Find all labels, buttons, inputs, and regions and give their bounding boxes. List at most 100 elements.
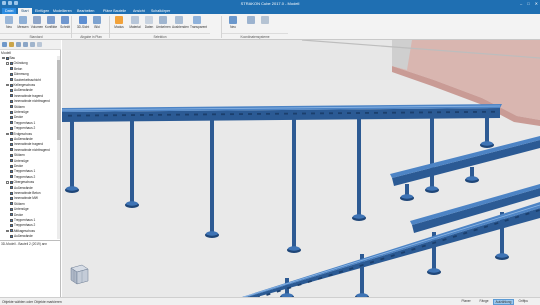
tree-item[interactable]: Bau	[2, 56, 15, 61]
visibility-checkbox[interactable]	[10, 224, 13, 228]
ribbon-button-volumen[interactable]: Volumen	[30, 16, 44, 32]
visibility-checkbox[interactable]	[10, 159, 13, 163]
ribbon-button-schnitt[interactable]: Schnitt	[58, 16, 72, 32]
ribbon-button-bild[interactable]: Bild	[90, 16, 104, 32]
tree-item[interactable]: Außenwände	[10, 234, 33, 239]
tree-item[interactable]: Treppenhaus 1	[10, 169, 35, 174]
visibility-checkbox[interactable]	[10, 164, 13, 168]
tree-item[interactable]: Attikageschoss	[6, 229, 35, 234]
tree-item[interactable]: Decke	[10, 115, 23, 120]
tree-item[interactable]: Außenwände	[10, 88, 33, 93]
visibility-checkbox[interactable]	[10, 137, 13, 141]
tree-item[interactable]: Treppenhaus 2	[10, 126, 35, 131]
tree-filter-icon[interactable]	[30, 42, 35, 47]
visibility-checkbox[interactable]	[10, 67, 13, 71]
ribbon-button-neu[interactable]: Neu	[226, 16, 240, 32]
tree-settings-icon[interactable]	[9, 42, 14, 47]
visibility-checkbox[interactable]	[10, 116, 13, 120]
status-aufzaehlung-button[interactable]: Aufzählung	[493, 299, 514, 305]
tree-item[interactable]: Unterzüge	[10, 207, 29, 212]
tree-item[interactable]: Treppenhaus 1	[10, 121, 35, 126]
expand-icon[interactable]	[6, 229, 9, 233]
tree-item[interactable]: Innenwände nichttragend	[10, 148, 50, 153]
tree-item[interactable]: Außenwände	[10, 137, 33, 142]
tree-item[interactable]: Innenwände tragend	[10, 94, 43, 99]
visibility-checkbox[interactable]	[10, 207, 13, 211]
ribbon-button-daten[interactable]: Daten	[142, 16, 156, 32]
tree-item[interactable]: Erdgeschoss	[6, 132, 32, 137]
visibility-checkbox[interactable]	[10, 99, 13, 103]
view-cube[interactable]	[68, 262, 90, 288]
visibility-checkbox[interactable]	[10, 186, 13, 190]
tree-item[interactable]: Treppenhaus 2	[10, 223, 35, 228]
ribbon-button-tool-14[interactable]	[244, 16, 258, 32]
expand-icon[interactable]	[2, 56, 5, 60]
visibility-checkbox[interactable]	[9, 180, 13, 184]
tree-item[interactable]: Dämmung	[10, 72, 29, 77]
status-faenge-button[interactable]: Fänge	[478, 299, 490, 305]
visibility-checkbox[interactable]	[5, 56, 9, 60]
expand-icon[interactable]	[6, 83, 9, 87]
tree-item[interactable]: Innenwände nichttragend	[10, 99, 50, 104]
ribbon-button-transparent[interactable]: Transparent	[190, 16, 207, 32]
tree-item[interactable]: Innenwände tragend	[10, 142, 43, 147]
status-planer-button[interactable]: Planer	[460, 299, 472, 305]
visibility-checkbox[interactable]	[10, 72, 13, 76]
visibility-checkbox[interactable]	[10, 175, 13, 179]
tree-item[interactable]: Außenwände	[10, 186, 33, 191]
tree-scroll-thumb[interactable]	[57, 60, 60, 140]
tree-add-icon[interactable]	[2, 42, 7, 47]
visibility-checkbox[interactable]	[10, 197, 13, 201]
visibility-checkbox[interactable]	[10, 170, 13, 174]
ribbon-button-umkehren[interactable]: Umkehren	[156, 16, 171, 32]
visibility-checkbox[interactable]	[9, 132, 13, 136]
expand-icon[interactable]	[6, 181, 9, 184]
visibility-checkbox[interactable]	[10, 105, 13, 109]
visibility-checkbox[interactable]	[9, 83, 13, 87]
tree-item[interactable]: Innenwände MW	[10, 196, 38, 201]
tree-item[interactable]: Treppenhaus 1	[10, 218, 35, 223]
expand-icon[interactable]	[6, 62, 9, 65]
maximize-button[interactable]: □	[527, 1, 529, 6]
expand-icon[interactable]	[6, 132, 9, 135]
visibility-checkbox[interactable]	[10, 94, 13, 98]
ribbon-button-messen[interactable]: Messen	[16, 16, 30, 32]
tree-item[interactable]: Decke	[10, 213, 23, 218]
status-griffpunkte-button[interactable]: Griffpu	[517, 299, 530, 305]
visibility-checkbox[interactable]	[10, 153, 13, 157]
tree-item[interactable]: Beton	[10, 67, 22, 72]
visibility-checkbox[interactable]	[10, 110, 13, 114]
view-cube-icon[interactable]	[68, 262, 90, 288]
tree-item[interactable]: Treppenhaus 2	[10, 175, 35, 180]
visibility-checkbox[interactable]	[10, 126, 13, 130]
ribbon-button-tool-15[interactable]	[258, 16, 272, 32]
visibility-checkbox[interactable]	[10, 148, 13, 152]
3d-viewport[interactable]	[62, 40, 540, 297]
visibility-checkbox[interactable]	[10, 78, 13, 82]
ribbon-button-3d-sicht[interactable]: 3D-Sicht	[76, 16, 90, 32]
tree-item[interactable]: Innenwände Beton	[10, 191, 41, 196]
visibility-checkbox[interactable]	[10, 89, 13, 93]
ribbon-button-ausblenden[interactable]: Ausblenden	[172, 16, 189, 32]
tree-item[interactable]: Unterzüge	[10, 110, 29, 115]
visibility-checkbox[interactable]	[10, 143, 13, 147]
visibility-checkbox[interactable]	[9, 62, 13, 66]
tree-down-icon[interactable]	[23, 42, 28, 47]
tree-up-icon[interactable]	[16, 42, 21, 47]
ribbon-button-konflikte[interactable]: Konflikte	[44, 16, 58, 32]
visibility-checkbox[interactable]	[10, 191, 13, 195]
visibility-checkbox[interactable]	[9, 229, 13, 233]
visibility-checkbox[interactable]	[10, 202, 13, 206]
tree-item[interactable]: Stützen	[10, 202, 25, 207]
visibility-checkbox[interactable]	[10, 234, 13, 238]
visibility-checkbox[interactable]	[10, 218, 13, 222]
tree-item[interactable]: Sauberkeitsschicht	[10, 78, 41, 83]
tree-item[interactable]: Decke	[10, 164, 23, 169]
tree-item[interactable]: Obergeschoss	[6, 180, 34, 185]
tree-scrollbar[interactable]	[57, 56, 60, 239]
tree-item[interactable]: Stützen	[10, 153, 25, 158]
visibility-checkbox[interactable]	[10, 213, 13, 217]
close-button[interactable]: ✕	[535, 1, 538, 6]
ribbon-button-neu[interactable]: Neu	[2, 16, 16, 32]
tree-item[interactable]: Kellergeschoss	[6, 83, 35, 88]
